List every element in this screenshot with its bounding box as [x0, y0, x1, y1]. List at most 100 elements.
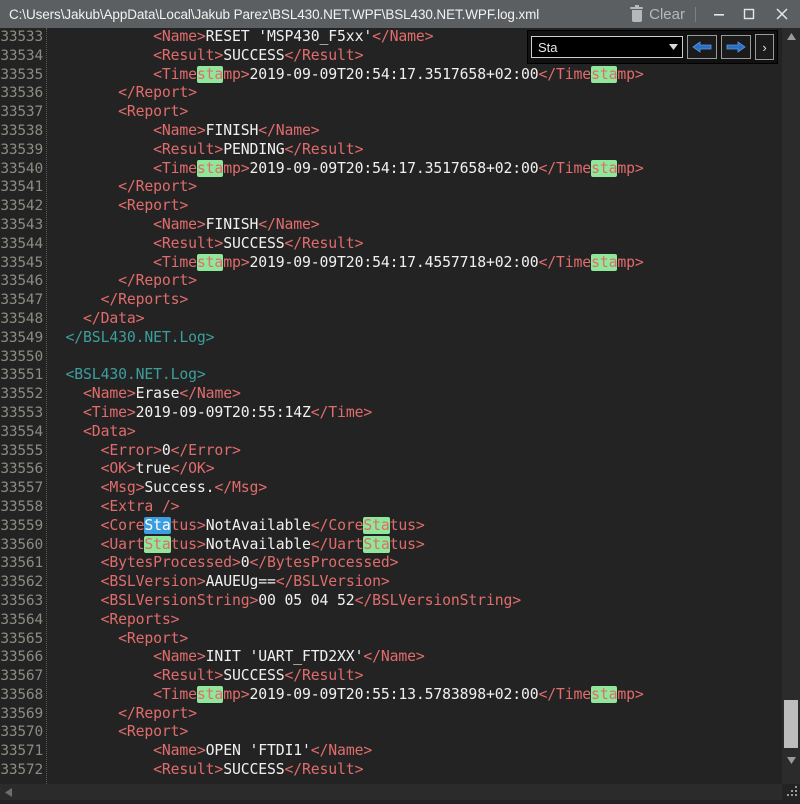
expand-search-options-button[interactable]: ›: [755, 34, 774, 60]
code-line[interactable]: </Reports>: [48, 291, 800, 310]
clear-button[interactable]: Clear: [628, 0, 693, 28]
line-number: 33545: [0, 254, 46, 273]
code-line[interactable]: <Name>FINISH</Name>: [48, 216, 800, 235]
indent: [48, 498, 101, 515]
scroll-up-button[interactable]: [782, 28, 800, 44]
xml-tag: </Report>: [118, 84, 197, 101]
code-line[interactable]: </Report>: [48, 272, 800, 291]
xml-tag: <Result>: [153, 235, 223, 252]
code-line[interactable]: <Reports>: [48, 611, 800, 630]
resize-grip[interactable]: [782, 782, 800, 800]
indent: [48, 122, 153, 139]
indent: [48, 742, 153, 759]
xml-text: SUCCESS: [223, 235, 284, 252]
titlebar-divider: [695, 7, 696, 22]
code-line[interactable]: <Timestamp>2019-09-09T20:54:17.3517658+0…: [48, 160, 800, 179]
search-match: sta: [197, 160, 223, 177]
indent: [48, 178, 118, 195]
code-line[interactable]: <Msg>Success.</Msg>: [48, 479, 800, 498]
find-next-button[interactable]: [721, 35, 751, 59]
xml-tag: <Time: [153, 254, 197, 271]
code-line[interactable]: <Name>Erase</Name>: [48, 385, 800, 404]
indent: [48, 705, 118, 722]
indent: [48, 216, 153, 233]
indent: [48, 611, 101, 628]
xml-tag: <Time: [153, 686, 197, 703]
code-line[interactable]: <UartStatus>NotAvailable</UartStatus>: [48, 536, 800, 555]
code-line[interactable]: <BSL430.NET.Log>: [48, 366, 800, 385]
xml-text: 00 05 04 52: [258, 592, 354, 609]
code-line[interactable]: <BSLVersion>AAUEUg==</BSLVersion>: [48, 573, 800, 592]
clear-button-label: Clear: [649, 6, 685, 23]
code-line[interactable]: </BSL430.NET.Log>: [48, 329, 800, 348]
xml-text: SUCCESS: [223, 761, 284, 778]
search-input[interactable]: Sta: [532, 40, 664, 55]
code-line[interactable]: </Report>: [48, 178, 800, 197]
code-line[interactable]: </Data>: [48, 310, 800, 329]
code-line[interactable]: <Timestamp>2019-09-09T20:54:17.4557718+0…: [48, 254, 800, 273]
indent: [48, 686, 153, 703]
xml-tag: <Result>: [153, 141, 223, 158]
scroll-down-button[interactable]: [782, 752, 800, 768]
code-line[interactable]: <Timestamp>2019-09-09T20:55:13.5783898+0…: [48, 686, 800, 705]
xml-text: 2019-09-09T20:54:17.3517658+02:00: [249, 66, 538, 83]
code-line[interactable]: <Report>: [48, 197, 800, 216]
close-button[interactable]: [764, 0, 800, 28]
code-line[interactable]: <Report>: [48, 630, 800, 649]
code-line[interactable]: <Name>OPEN 'FTDI1'</Name>: [48, 742, 800, 761]
chevron-down-icon[interactable]: [664, 44, 682, 50]
vertical-scrollbar[interactable]: [782, 28, 800, 784]
xml-text: Erase: [136, 385, 180, 402]
code-line[interactable]: <Result>SUCCESS</Result>: [48, 761, 800, 780]
xml-tag: </Name>: [363, 648, 424, 665]
indent: [48, 291, 101, 308]
code-line[interactable]: </Report>: [48, 705, 800, 724]
line-number: 33540: [0, 160, 46, 179]
indent: [48, 479, 101, 496]
code-line[interactable]: <BytesProcessed>0</BytesProcessed>: [48, 554, 800, 573]
search-combobox[interactable]: Sta: [531, 36, 683, 58]
code-line[interactable]: [48, 348, 800, 367]
code-line[interactable]: <OK>true</OK>: [48, 460, 800, 479]
code-line[interactable]: <Timestamp>2019-09-09T20:54:17.3517658+0…: [48, 66, 800, 85]
horizontal-scrollbar[interactable]: [0, 784, 782, 800]
maximize-button[interactable]: [734, 0, 764, 28]
code-line[interactable]: <Report>: [48, 103, 800, 122]
code-line[interactable]: </Report>: [48, 84, 800, 103]
xml-text: NotAvailable: [206, 517, 311, 534]
xml-tag: mp>: [223, 66, 249, 83]
xml-text: true: [136, 460, 171, 477]
code-line[interactable]: <Name>FINISH</Name>: [48, 122, 800, 141]
scroll-left-button[interactable]: [0, 784, 16, 800]
xml-tag: <Result>: [153, 667, 223, 684]
xml-tag: <Time: [153, 160, 197, 177]
line-number: 33557: [0, 479, 46, 498]
xml-tag: <Name>: [153, 122, 206, 139]
xml-tag: <Data>: [83, 423, 136, 440]
code-line[interactable]: <Data>: [48, 423, 800, 442]
vertical-scrollbar-thumb[interactable]: [784, 700, 798, 748]
line-number: 33566: [0, 648, 46, 667]
code-line[interactable]: <Result>SUCCESS</Result>: [48, 667, 800, 686]
line-number: 33534: [0, 47, 46, 66]
xml-log-viewer[interactable]: 3353333534335353353633537335383353933540…: [0, 28, 800, 784]
xml-tag: </Data>: [83, 310, 144, 327]
minimize-button[interactable]: [704, 0, 734, 28]
indent: [48, 310, 83, 327]
code-line[interactable]: <Time>2019-09-09T20:55:14Z</Time>: [48, 404, 800, 423]
indent: [48, 592, 101, 609]
code-line[interactable]: <Result>PENDING</Result>: [48, 141, 800, 160]
line-number: 33535: [0, 66, 46, 85]
find-previous-button[interactable]: [687, 35, 717, 59]
code-line[interactable]: <Report>: [48, 723, 800, 742]
code-line[interactable]: <Result>SUCCESS</Result>: [48, 235, 800, 254]
code-content[interactable]: <Name>RESET 'MSP430_F5xx'</Name> <Result…: [48, 28, 800, 784]
code-line[interactable]: <BSLVersionString>00 05 04 52</BSLVersio…: [48, 592, 800, 611]
code-line[interactable]: <Extra />: [48, 498, 800, 517]
indent: [48, 160, 153, 177]
code-line[interactable]: <Name>INIT 'UART_FTD2XX'</Name>: [48, 648, 800, 667]
code-line[interactable]: <CoreStatus>NotAvailable</CoreStatus>: [48, 517, 800, 536]
code-line[interactable]: <Error>0</Error>: [48, 442, 800, 461]
find-toolbar[interactable]: Sta ›: [527, 30, 778, 64]
line-number: 33560: [0, 536, 46, 555]
